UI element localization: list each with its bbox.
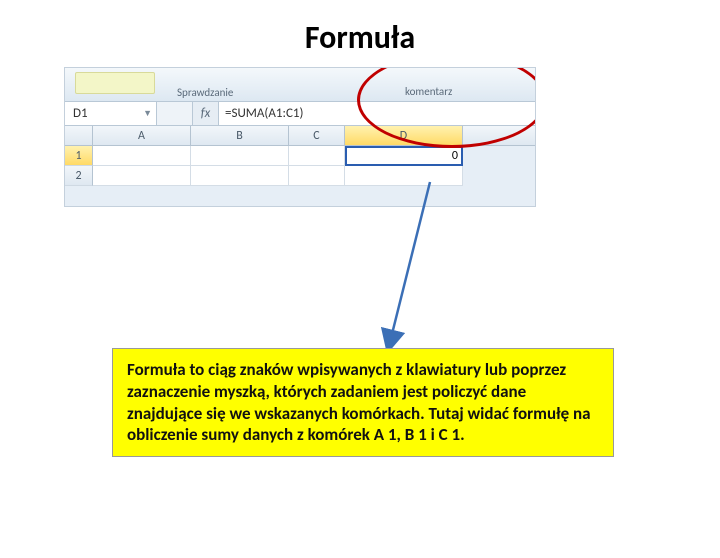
ribbon-group-label: Sprawdzanie — [177, 86, 233, 99]
slide-title: Formuła — [0, 18, 720, 57]
ribbon-button-group[interactable] — [75, 72, 155, 94]
row-header-2[interactable]: 2 — [65, 166, 93, 186]
name-box[interactable]: D1 ▼ — [65, 102, 157, 125]
formula-bar-row: D1 ▼ fx =SUMA(A1:C1) — [65, 102, 535, 126]
fx-icon[interactable]: fx — [193, 102, 219, 125]
row-1: 1 0 — [65, 146, 535, 166]
ribbon: Sprawdzanie komentarz — [65, 68, 535, 102]
cell-C1[interactable] — [289, 146, 345, 166]
ribbon-comment-label: komentarz — [405, 85, 452, 98]
column-header-D[interactable]: D — [345, 126, 463, 145]
formula-fn-buttons[interactable] — [157, 102, 193, 125]
column-headers: A B C D — [65, 126, 535, 146]
formula-bar-input[interactable]: =SUMA(A1:C1) — [219, 102, 535, 125]
name-box-value: D1 — [73, 106, 88, 121]
cell-D1[interactable]: 0 — [345, 146, 463, 166]
cell-A1[interactable] — [93, 146, 191, 166]
cell-B1[interactable] — [191, 146, 289, 166]
cell-A2[interactable] — [93, 166, 191, 186]
sheet-grid: A B C D 1 0 2 — [65, 126, 535, 186]
row-2: 2 — [65, 166, 535, 186]
cell-D2[interactable] — [345, 166, 463, 186]
row-header-1[interactable]: 1 — [65, 146, 93, 166]
column-header-B[interactable]: B — [191, 126, 289, 145]
column-header-A[interactable]: A — [93, 126, 191, 145]
chevron-down-icon[interactable]: ▼ — [143, 108, 152, 119]
column-header-C[interactable]: C — [289, 126, 345, 145]
cell-C2[interactable] — [289, 166, 345, 186]
explanation-callout: Formuła to ciąg znaków wpisywanych z kla… — [112, 348, 614, 457]
excel-screenshot: Sprawdzanie komentarz D1 ▼ fx =SUMA(A1:C… — [64, 67, 536, 207]
cell-B2[interactable] — [191, 166, 289, 186]
select-all-corner[interactable] — [65, 126, 93, 145]
